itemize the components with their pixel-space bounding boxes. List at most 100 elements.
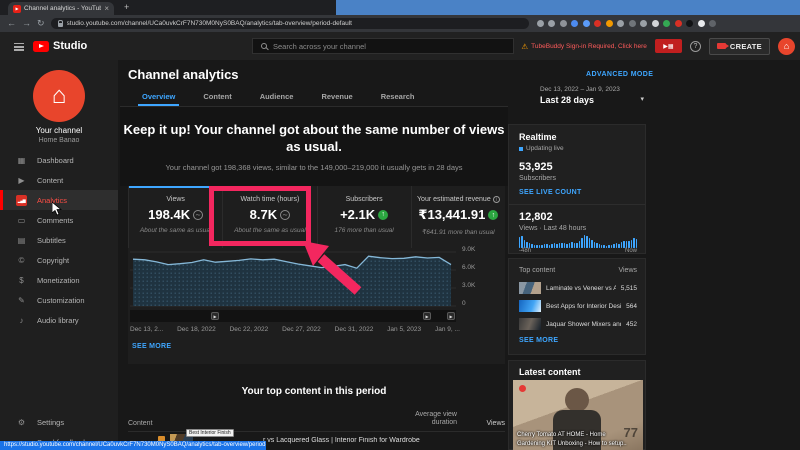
create-button[interactable]: CREATE [709,38,770,55]
date-range-picker[interactable]: Dec 13, 2022 – Jan 9, 2023 Last 28 days … [540,86,644,105]
metric-value: ₹13,441.91 [418,207,485,223]
extension-globe-icon[interactable] [640,20,647,27]
sidebar-item-subtitles[interactable]: ▤ Subtitles [0,230,118,250]
sidebar-item-copyright[interactable]: © Copyright [0,250,118,270]
y-tick: 0 [462,300,466,307]
video-views: 564 [626,303,637,310]
realtime-bar [519,237,520,248]
video-upload-marker-icon[interactable]: ▶ [211,312,219,320]
extension-pinwheel-icon[interactable] [652,20,659,27]
video-upload-marker-icon[interactable]: ▶ [423,312,431,320]
bookmark-star-icon[interactable] [548,20,555,27]
sidebar-item-label: Settings [37,418,64,427]
metric-revenue[interactable]: Your estimated revenue i ₹13,441.91 ↑ ₹6… [411,186,505,248]
sidebar-item-label: Content [37,176,63,185]
warning-text: TubeBuddy Sign-in Required, Click here [531,43,647,50]
realtime-bar [591,240,592,248]
create-label: CREATE [730,42,762,51]
see-more-link[interactable]: SEE MORE [519,337,558,344]
extension-blue-circle-icon[interactable] [571,20,578,27]
sidebar-item-dashboard[interactable]: ▦ Dashboard [0,150,118,170]
see-more-link[interactable]: SEE MORE [132,343,171,350]
extension-contrast-icon[interactable] [698,20,705,27]
youtube-studio-logo[interactable]: Studio [33,40,87,52]
tab-label: Research [381,92,415,101]
metric-note: ₹641.91 more than usual [412,228,505,236]
hamburger-menu-icon[interactable] [14,43,24,53]
advanced-mode-link[interactable]: ADVANCED MODE [586,71,653,78]
x-tick: Dec 27, 2022 [282,326,321,333]
sidebar-item-monetization[interactable]: $ Monetization [0,270,118,290]
address-bar[interactable]: studio.youtube.com/channel/UCa0uvkCrF7N7… [51,18,529,29]
latest-content-card: Latest content 77 Cherry Tomato AT HOME … [508,360,646,450]
thumbnail-caption: Cherry Tomato AT HOME - Home Gardening K… [517,431,627,448]
sidebar-item-icon: © [16,255,27,266]
realtime-bar [521,236,522,248]
tab-overview[interactable]: Overview [128,88,189,106]
extension-icons [537,20,717,27]
extension-person-icon[interactable] [617,20,624,27]
metric-subscribers[interactable]: Subscribers +2.1K ↑ 176 more than usual [317,186,411,248]
see-live-count-link[interactable]: SEE LIVE COUNT [519,189,582,196]
top-content-row-3[interactable]: Jaquar Shower Mixers and ... 452 [519,315,637,333]
channel-search-input[interactable]: Search across your channel [252,38,514,54]
youtube-favicon-icon: ▶ [13,5,21,13]
tubebuddy-warning-link[interactable]: ⚠ TubeBuddy Sign-in Required, Click here [521,42,646,51]
realtime-bar [626,241,627,248]
top-content-row-1[interactable]: Laminate vs Veneer vs Ac... 5,515 [519,279,637,297]
extension-dark-icon[interactable] [686,20,693,27]
sidebar-item-customization[interactable]: ✎ Customization [0,290,118,310]
sidebar-item-icon: $ [16,275,27,286]
tab-revenue[interactable]: Revenue [307,88,366,106]
top-content-card: Top content Views Laminate vs Veneer vs … [508,258,646,355]
watch-time-chart[interactable] [130,248,456,308]
tab-research[interactable]: Research [367,88,429,106]
latest-video-thumbnail[interactable]: 77 Cherry Tomato AT HOME - Home Gardenin… [513,380,643,450]
video-thumbnail [519,318,541,330]
warning-triangle-icon: ⚠ [521,42,528,51]
extension-camera-icon[interactable] [594,20,601,27]
tab-content[interactable]: Content [189,88,245,106]
metric-label: Your estimated revenue [417,196,491,203]
extension-home-icon[interactable] [560,20,567,27]
extension-green-circle-icon[interactable] [663,20,670,27]
extension-people-icon[interactable] [629,20,636,27]
extension-adblock-icon[interactable] [675,20,682,27]
sidebar-item-settings[interactable]: ⚙ Settings [0,412,118,432]
top-content-row-2[interactable]: Best Apps for Interior Desig... 564 [519,297,637,315]
sidebar-item-audio-library[interactable]: ♪ Audio library [0,310,118,330]
info-icon: i [493,196,500,203]
download-icon[interactable] [537,20,544,27]
sidebar-item-label: Subtitles [37,236,66,245]
extension-pin-icon[interactable] [606,20,613,27]
tab-audience[interactable]: Audience [246,88,308,106]
tubebuddy-extension-icon[interactable]: ▶▦ [655,39,682,53]
realtime-bar [589,238,590,248]
x-tick: Dec 22, 2022 [230,326,269,333]
reload-icon[interactable]: ↻ [37,19,45,28]
axis-start: -48h [519,248,531,254]
browser-profile-avatar[interactable] [709,20,716,27]
browser-tabstrip: ▶ Channel analytics - YouTube S × + [0,0,336,15]
back-icon[interactable]: ← [7,19,16,28]
video-thumbnail [519,282,541,294]
trend-icon: ↑ [378,210,388,220]
x-tick: Dec 13, 2... [130,326,163,333]
video-upload-marker-icon[interactable]: ▶ [447,312,455,320]
video-marker-strip: ▶ ▶ ▶ [130,310,456,322]
sidebar-item-content[interactable]: ▶ Content [0,170,118,190]
sidebar-item-label: Copyright [37,256,69,265]
tab-label: Revenue [321,92,352,101]
account-avatar[interactable]: ⌂ [778,38,795,55]
help-icon[interactable]: ? [690,41,701,52]
channel-avatar[interactable]: ⌂ [33,70,85,122]
tab-close-icon[interactable]: × [104,5,109,13]
sidebar-item-icon: ▤ [16,235,27,246]
realtime-bar [581,238,582,248]
realtime-bar [623,241,624,248]
youtube-play-icon [33,41,49,52]
new-tab-button[interactable]: + [124,2,129,12]
extension-doc-arrow-icon[interactable] [583,20,590,27]
browser-tab[interactable]: ▶ Channel analytics - YouTube S × [8,2,114,15]
forward-icon[interactable]: → [22,19,31,28]
